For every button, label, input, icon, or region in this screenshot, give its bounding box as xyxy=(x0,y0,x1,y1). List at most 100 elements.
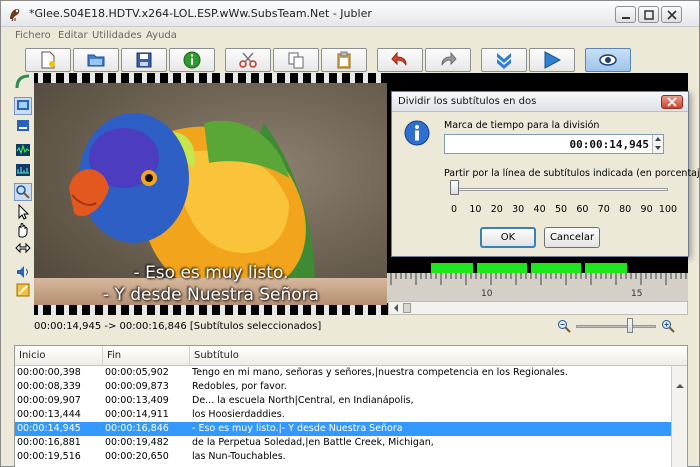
redo-arrow-icon xyxy=(441,51,457,66)
minimize-button[interactable] xyxy=(615,6,636,23)
preview-toggle-button[interactable] xyxy=(585,48,631,72)
new-file-icon xyxy=(41,51,55,69)
sparkle-effect-icon[interactable] xyxy=(14,281,32,299)
undo-button[interactable] xyxy=(377,48,423,72)
table-scrollbar[interactable] xyxy=(671,366,687,467)
waveform-scrollbar[interactable] xyxy=(388,301,688,315)
tick-label: 50 xyxy=(554,204,568,215)
dialog-title: Dividir los subtítulos en dos xyxy=(398,96,537,107)
table-row[interactable]: 00:00:13,444 00:00:14,911 los Hoosierdaddi… xyxy=(15,408,673,422)
subtitle-segment[interactable] xyxy=(531,263,581,273)
split-subtitle-dialog: Dividir los subtítulos en dos Marca de t… xyxy=(391,91,700,257)
cut-button[interactable] xyxy=(225,48,271,72)
toggle-panel-icon[interactable] xyxy=(14,73,32,91)
header-fin[interactable]: Fin xyxy=(107,350,121,361)
column-divider[interactable] xyxy=(189,346,190,366)
scroll-up-icon[interactable] xyxy=(673,380,687,392)
time-decrement-button[interactable] xyxy=(652,144,663,153)
jubler-app-icon xyxy=(10,9,20,22)
close-icon xyxy=(667,97,677,107)
waveform-icon[interactable] xyxy=(14,141,32,159)
zoom-tool-toggle[interactable] xyxy=(14,183,32,201)
split-time-input[interactable]: 00:00:14,945 xyxy=(444,134,664,154)
time-split-label: Marca de tiempo para la división xyxy=(444,120,600,131)
subtitle-frame-icon[interactable] xyxy=(14,117,32,135)
cell-start: 00:00:08,339 xyxy=(17,381,81,392)
close-window-button[interactable] xyxy=(661,6,682,23)
title-bar[interactable]: *Glee.S04E18.HDTV.x264-LOL.ESP.wWw.SubsT… xyxy=(1,1,699,27)
split-percent-slider-track[interactable] xyxy=(454,188,668,191)
dialog-title-bar[interactable]: Dividir los subtítulos en dos xyxy=(392,92,688,112)
resize-arrows-icon[interactable] xyxy=(14,239,32,257)
scroll-left-icon[interactable] xyxy=(391,303,401,313)
jump-down-button[interactable] xyxy=(481,48,527,72)
ruler-label-10: 10 xyxy=(481,289,493,299)
dialog-close-button[interactable] xyxy=(661,95,683,109)
subtitle-segment[interactable] xyxy=(477,263,527,273)
cell-start: 00:00:13,444 xyxy=(17,409,81,420)
cancel-button[interactable]: Cancelar xyxy=(544,227,600,248)
subtitle-segment[interactable] xyxy=(585,263,627,273)
split-percent-slider-thumb[interactable] xyxy=(450,180,459,195)
subtitle-table[interactable]: Inicio Fin Subtítulo 00:00:00,398 00:00:0… xyxy=(14,345,688,467)
preview-subtitle-line-1: - Eso es muy listo. xyxy=(133,263,289,283)
cell-end: 00:00:14,911 xyxy=(105,409,169,420)
zoom-in-icon[interactable] xyxy=(661,319,675,333)
zoom-out-icon[interactable] xyxy=(557,319,571,333)
subtitle-segment[interactable] xyxy=(431,263,473,273)
zoom-slider-thumb[interactable] xyxy=(627,318,633,333)
cell-end: 00:00:13,409 xyxy=(105,395,169,406)
pointer-arrow-icon[interactable] xyxy=(14,203,32,221)
menu-ayuda[interactable]: Ayuda xyxy=(146,30,177,41)
video-preview[interactable]: - Eso es muy listo. - Y desde Nuestra Se… xyxy=(34,73,388,315)
video-view-toggle[interactable] xyxy=(14,97,32,115)
menu-fichero[interactable]: Fichero xyxy=(15,30,51,41)
new-file-button[interactable] xyxy=(25,48,71,72)
selection-time-info: 00:00:14,945 -> 00:00:16,846 [Subtítulos… xyxy=(34,321,322,332)
copy-icon xyxy=(288,52,304,69)
tick-label: 40 xyxy=(533,204,546,215)
table-row[interactable]: 00:00:09,907 00:00:13,409 De... la escuela… xyxy=(15,394,673,408)
ok-button[interactable]: OK xyxy=(480,227,536,248)
maximize-button[interactable] xyxy=(638,6,659,23)
minimize-icon xyxy=(622,17,630,19)
table-row[interactable]: 00:00:08,339 00:00:09,873 Redobles, por fa… xyxy=(15,380,673,394)
scroll-thumb[interactable] xyxy=(403,303,411,313)
cell-end: 00:00:20,650 xyxy=(105,451,169,462)
column-divider[interactable] xyxy=(102,346,103,366)
cell-text: las Nun-Touchables. xyxy=(192,451,286,462)
table-row[interactable]: 00:00:00,398 00:00:05,902 Tengo en mi mano… xyxy=(15,366,673,380)
hand-drag-icon[interactable] xyxy=(14,221,32,239)
paste-button[interactable] xyxy=(321,48,367,72)
zoom-slider-track[interactable] xyxy=(576,325,656,328)
tick-label: 0 xyxy=(450,204,458,215)
table-header: Inicio Fin Subtítulo xyxy=(15,346,687,366)
cell-start: 00:00:09,907 xyxy=(17,395,81,406)
paste-clipboard-icon xyxy=(337,51,351,69)
cell-start: 00:00:19,516 xyxy=(17,451,81,462)
play-preview-button[interactable] xyxy=(529,48,575,72)
properties-button[interactable] xyxy=(169,48,215,72)
main-toolbar xyxy=(1,46,699,74)
table-row[interactable]: 00:00:14,945 00:00:16,846 - Eso es muy lis… xyxy=(15,422,673,436)
ruler-ticks xyxy=(390,273,687,285)
tick-label: 60 xyxy=(576,204,589,215)
cell-text: - Eso es muy listo.|- Y desde Nuestra Se… xyxy=(192,423,403,434)
table-row[interactable]: 00:00:19,516 00:00:20,650 las Nun-Touchabl… xyxy=(15,450,673,464)
redo-button[interactable] xyxy=(425,48,471,72)
speaker-icon[interactable] xyxy=(14,263,32,281)
tick-label: 10 xyxy=(469,204,482,215)
time-increment-button[interactable] xyxy=(652,135,663,144)
play-icon xyxy=(544,51,561,69)
eye-icon xyxy=(599,54,617,66)
spectrum-icon[interactable] xyxy=(14,161,32,179)
header-subtitulo[interactable]: Subtítulo xyxy=(194,350,239,361)
menu-editar[interactable]: Editar xyxy=(58,30,88,41)
copy-button[interactable] xyxy=(273,48,319,72)
film-strip-top xyxy=(34,73,388,83)
save-file-button[interactable] xyxy=(121,48,167,72)
menu-utilidades[interactable]: Utilidades xyxy=(92,30,142,41)
table-row[interactable]: 00:00:16,881 00:00:19,482 de la Perpetua S… xyxy=(15,436,673,450)
header-inicio[interactable]: Inicio xyxy=(19,350,45,361)
open-file-button[interactable] xyxy=(73,48,119,72)
